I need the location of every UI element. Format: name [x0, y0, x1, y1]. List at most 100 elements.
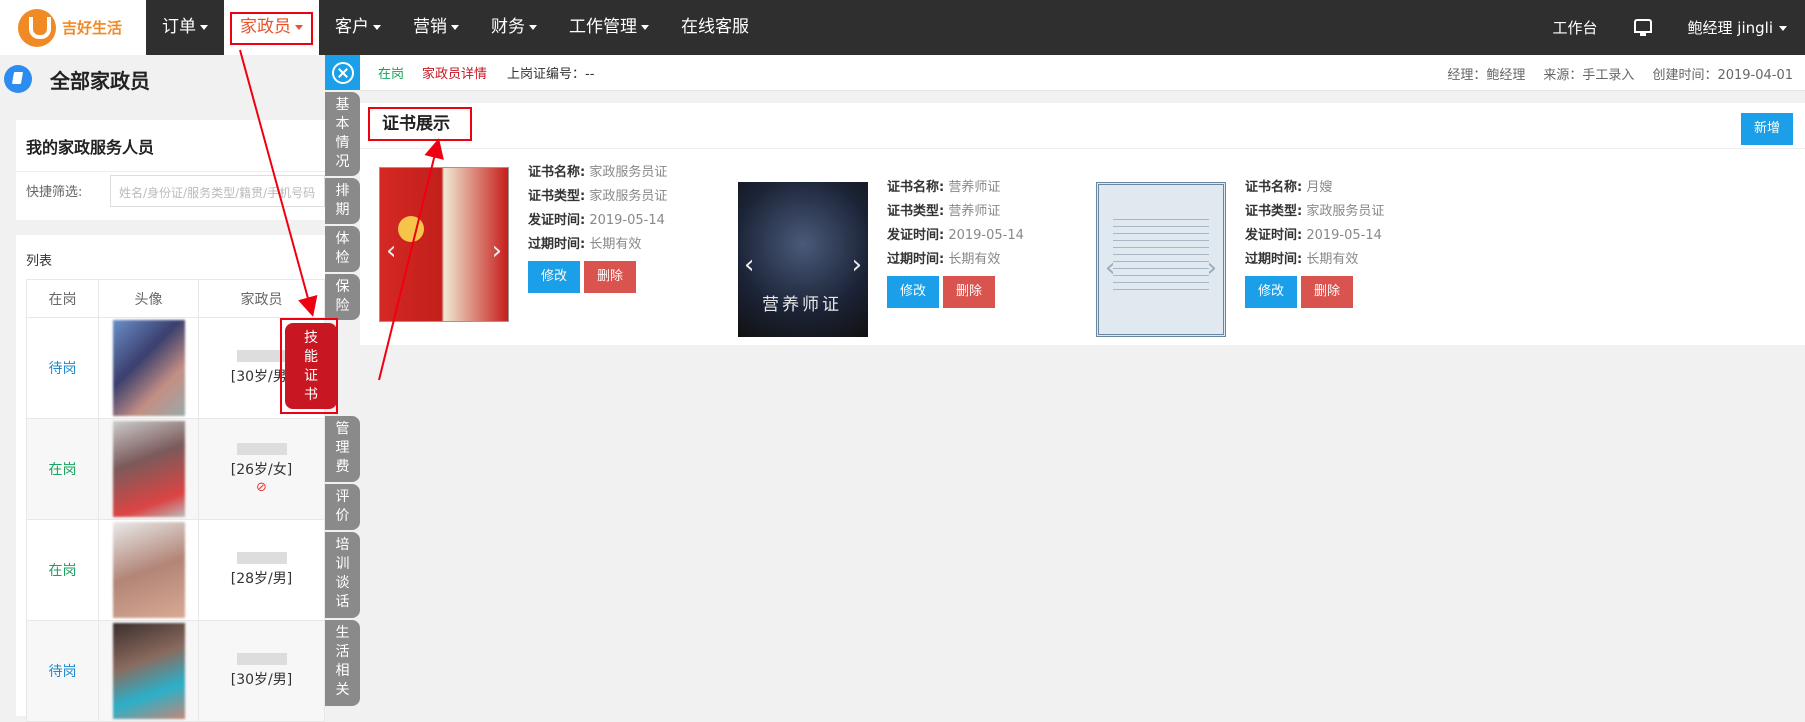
caret-down-icon — [200, 24, 208, 30]
nav-item-work-management[interactable]: 工作管理 — [553, 0, 665, 55]
detail-link[interactable]: 家政员详情 — [422, 63, 487, 82]
source: 来源：手工录入 — [1543, 67, 1635, 83]
chevron-right-icon[interactable]: › — [1207, 253, 1217, 283]
certificate-info: 证书名称: 营养师证 证书类型: 营养师证 发证时间: 2019-05-14 过… — [887, 176, 1087, 308]
status-cell: 在岗 — [26, 418, 99, 520]
certificate-image[interactable]: ‹ › — [379, 167, 509, 322]
tab-insurance[interactable]: 保险 — [325, 274, 360, 320]
nav-item-finance[interactable]: 财务 — [475, 0, 553, 55]
field-label: 证书类型: — [1245, 204, 1303, 219]
chevron-right-icon[interactable]: › — [852, 250, 862, 280]
tab-management-fee[interactable]: 管理费 — [325, 416, 360, 482]
tab-reviews[interactable]: 评价 — [325, 484, 360, 530]
blurred-name — [236, 653, 287, 665]
add-certificate-button[interactable]: 新增 — [1741, 113, 1793, 145]
nav-item-online-service[interactable]: 在线客服 — [665, 0, 765, 55]
tab-schedule[interactable]: 排期 — [325, 178, 360, 224]
book-icon — [4, 65, 32, 93]
certificate-info: 证书名称: 家政服务员证 证书类型: 家政服务员证 发证时间: 2019-05-… — [528, 161, 728, 293]
panel-title: 证书展示 — [368, 107, 472, 141]
avatar[interactable] — [112, 522, 185, 618]
card-title: 我的家政服务人员 — [26, 138, 155, 157]
tab-skill-certificates[interactable]: 技能证书 — [285, 323, 337, 409]
brand-logo[interactable]: 吉好生活 — [0, 0, 146, 55]
avatar[interactable] — [112, 623, 185, 719]
table-row[interactable]: 在岗 [26岁/女] ⊘ — [26, 418, 325, 520]
status-cell: 在岗 — [26, 519, 99, 621]
user-menu[interactable]: 鲍经理 jingli — [1670, 17, 1805, 38]
column-header[interactable]: 在岗 — [26, 279, 99, 318]
left-header: 全部家政员 — [0, 55, 325, 103]
main-nav: 订单 家政员 客户 营销 财务 工作管理 在线客服 — [146, 0, 765, 55]
staff-cell[interactable]: [28岁/男] — [198, 519, 325, 621]
manager: 经理：鲍经理 — [1447, 67, 1526, 83]
nav-item-orders[interactable]: 订单 — [146, 0, 224, 55]
nav-label: 客户 — [335, 17, 369, 37]
staff-cell[interactable]: [26岁/女] ⊘ — [198, 418, 325, 520]
quick-filter-input[interactable]: 姓名/身份证/服务类型/籍贯/手机号码 — [110, 175, 325, 207]
column-header: 家政员 — [198, 279, 325, 318]
avatar[interactable] — [112, 320, 185, 416]
table-row[interactable]: 在岗 [28岁/男] — [26, 519, 325, 621]
tab-health-check[interactable]: 体检 — [325, 226, 360, 272]
avatar-cell — [98, 317, 199, 419]
caret-down-icon — [451, 24, 459, 30]
chevron-left-icon[interactable]: ‹ — [1105, 253, 1115, 283]
tab-basic-info[interactable]: 基本情况 — [325, 92, 360, 176]
field-label: 发证时间: — [528, 213, 586, 228]
nav-label: 订单 — [162, 17, 196, 37]
status-cell: 待岗 — [26, 317, 99, 419]
cert-type: 营养师证 — [948, 204, 1001, 219]
megaphone-icon — [1633, 18, 1652, 36]
nav-label: 在线客服 — [681, 17, 749, 37]
cert-name: 家政服务员证 — [589, 165, 668, 180]
delete-button[interactable]: 删除 — [584, 261, 636, 293]
nav-item-housekeepers[interactable]: 家政员 — [224, 0, 319, 55]
age-gender: [26岁/女] — [230, 462, 293, 478]
field-label: 证书名称: — [887, 180, 945, 195]
cert-issued: 2019-05-14 — [1306, 228, 1382, 243]
edit-button[interactable]: 修改 — [528, 261, 580, 293]
cert-name: 营养师证 — [948, 180, 1001, 195]
edit-button[interactable]: 修改 — [1245, 276, 1297, 308]
certificate-image[interactable]: ‹ › — [1096, 182, 1226, 337]
nav-item-marketing[interactable]: 营销 — [397, 0, 475, 55]
caret-down-icon — [373, 24, 381, 30]
divider — [16, 171, 325, 172]
field-label: 过期时间: — [887, 252, 945, 267]
caret-down-icon — [641, 24, 649, 30]
created-time: 创建时间：2019-04-01 — [1652, 67, 1793, 83]
tab-training-talk[interactable]: 培训谈话 — [325, 532, 360, 618]
nav-item-customers[interactable]: 客户 — [319, 0, 397, 55]
field-label: 发证时间: — [887, 228, 945, 243]
notification-button[interactable] — [1616, 18, 1670, 37]
left-panel: 全部家政员 我的家政服务人员 快捷筛选: 姓名/身份证/服务类型/籍贯/手机号码… — [0, 55, 325, 722]
delete-button[interactable]: 删除 — [1301, 276, 1353, 308]
chevron-right-icon[interactable]: › — [492, 236, 502, 266]
delete-button[interactable]: 删除 — [943, 276, 995, 308]
cert-type: 家政服务员证 — [589, 189, 668, 204]
certificate-panel: 证书展示 新增 ‹ › 证书名称: 家政服务员证 证书类型: 家政服务员证 发证… — [360, 103, 1805, 345]
field-label: 证书名称: — [528, 165, 586, 180]
staff-cell[interactable]: [30岁/男] — [198, 620, 325, 722]
detail-tabs: 基本情况 排期 体检 保险 技能证书 管理费 评价 培训谈话 生活相关 — [280, 55, 360, 716]
workbench-link[interactable]: 工作台 — [1535, 17, 1616, 38]
chevron-left-icon[interactable]: ‹ — [386, 236, 396, 266]
avatar[interactable] — [112, 421, 185, 517]
blurred-name — [236, 552, 287, 564]
table-row[interactable]: 待岗 [30岁/男] — [26, 620, 325, 722]
close-button[interactable] — [325, 55, 360, 90]
ban-icon: ⊘ — [256, 480, 267, 495]
top-nav-bar: 吉好生活 订单 家政员 客户 营销 财务 工作管理 在线客服 工作台 鲍经理 j… — [0, 0, 1805, 55]
field-label: 过期时间: — [528, 237, 586, 252]
nav-right: 工作台 鲍经理 jingli — [1535, 0, 1805, 55]
cert-name: 月嫂 — [1306, 180, 1333, 195]
certificate-image[interactable]: ‹ › — [738, 182, 868, 337]
brand-logo-icon — [18, 8, 56, 47]
chevron-left-icon[interactable]: ‹ — [744, 250, 754, 280]
tab-life-related[interactable]: 生活相关 — [325, 620, 360, 706]
edit-button[interactable]: 修改 — [887, 276, 939, 308]
field-label: 证书名称: — [1245, 180, 1303, 195]
avatar-cell — [98, 519, 199, 621]
cert-expire: 长期有效 — [1306, 252, 1359, 267]
